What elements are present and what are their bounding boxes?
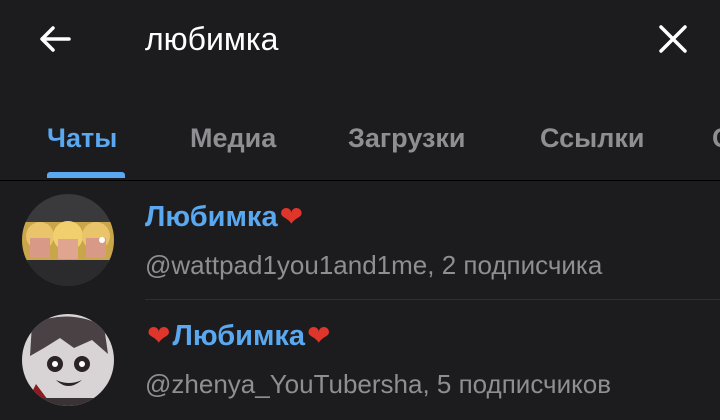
search-tabs: Чаты Медиа Загрузки Ссылки С xyxy=(0,100,720,181)
chat-title-text: Любимка xyxy=(172,320,306,352)
close-icon xyxy=(659,25,687,53)
tab-links[interactable]: Ссылки xyxy=(540,118,644,158)
anime-drawing-avatar xyxy=(22,314,114,406)
chat-subtitle: @zhenya_YouTubersha, 5 подписчиков xyxy=(145,369,612,399)
heart-icon: ❤ xyxy=(307,320,331,351)
tab-chats[interactable]: Чаты xyxy=(47,118,117,158)
active-tab-indicator xyxy=(47,172,125,178)
tab-next-partial[interactable]: С xyxy=(712,118,720,158)
heart-icon: ❤ xyxy=(279,201,304,232)
chat-title: Любимка ❤ xyxy=(145,197,305,237)
tab-media[interactable]: Медиа xyxy=(190,118,276,158)
clear-search-button[interactable] xyxy=(648,14,698,64)
tab-downloads[interactable]: Загрузки xyxy=(348,118,466,158)
search-header: любимка xyxy=(0,0,720,80)
list-item[interactable]: ❤ Любимка ❤ @zhenya_YouTubersha, 5 подпи… xyxy=(0,300,720,418)
heart-icon: ❤ xyxy=(147,320,171,351)
arrow-left-icon xyxy=(40,26,71,52)
list-item[interactable]: Любимка ❤ @wattpad1you1and1me, 2 подписч… xyxy=(0,181,720,300)
chat-title: ❤ Любимка ❤ xyxy=(145,316,333,356)
search-input[interactable]: любимка xyxy=(145,16,278,62)
chat-subtitle: @wattpad1you1and1me, 2 подписчика xyxy=(145,250,603,280)
chat-title-text: Любимка xyxy=(145,201,278,233)
back-button[interactable] xyxy=(30,14,80,64)
group-photo-avatar xyxy=(22,194,114,286)
